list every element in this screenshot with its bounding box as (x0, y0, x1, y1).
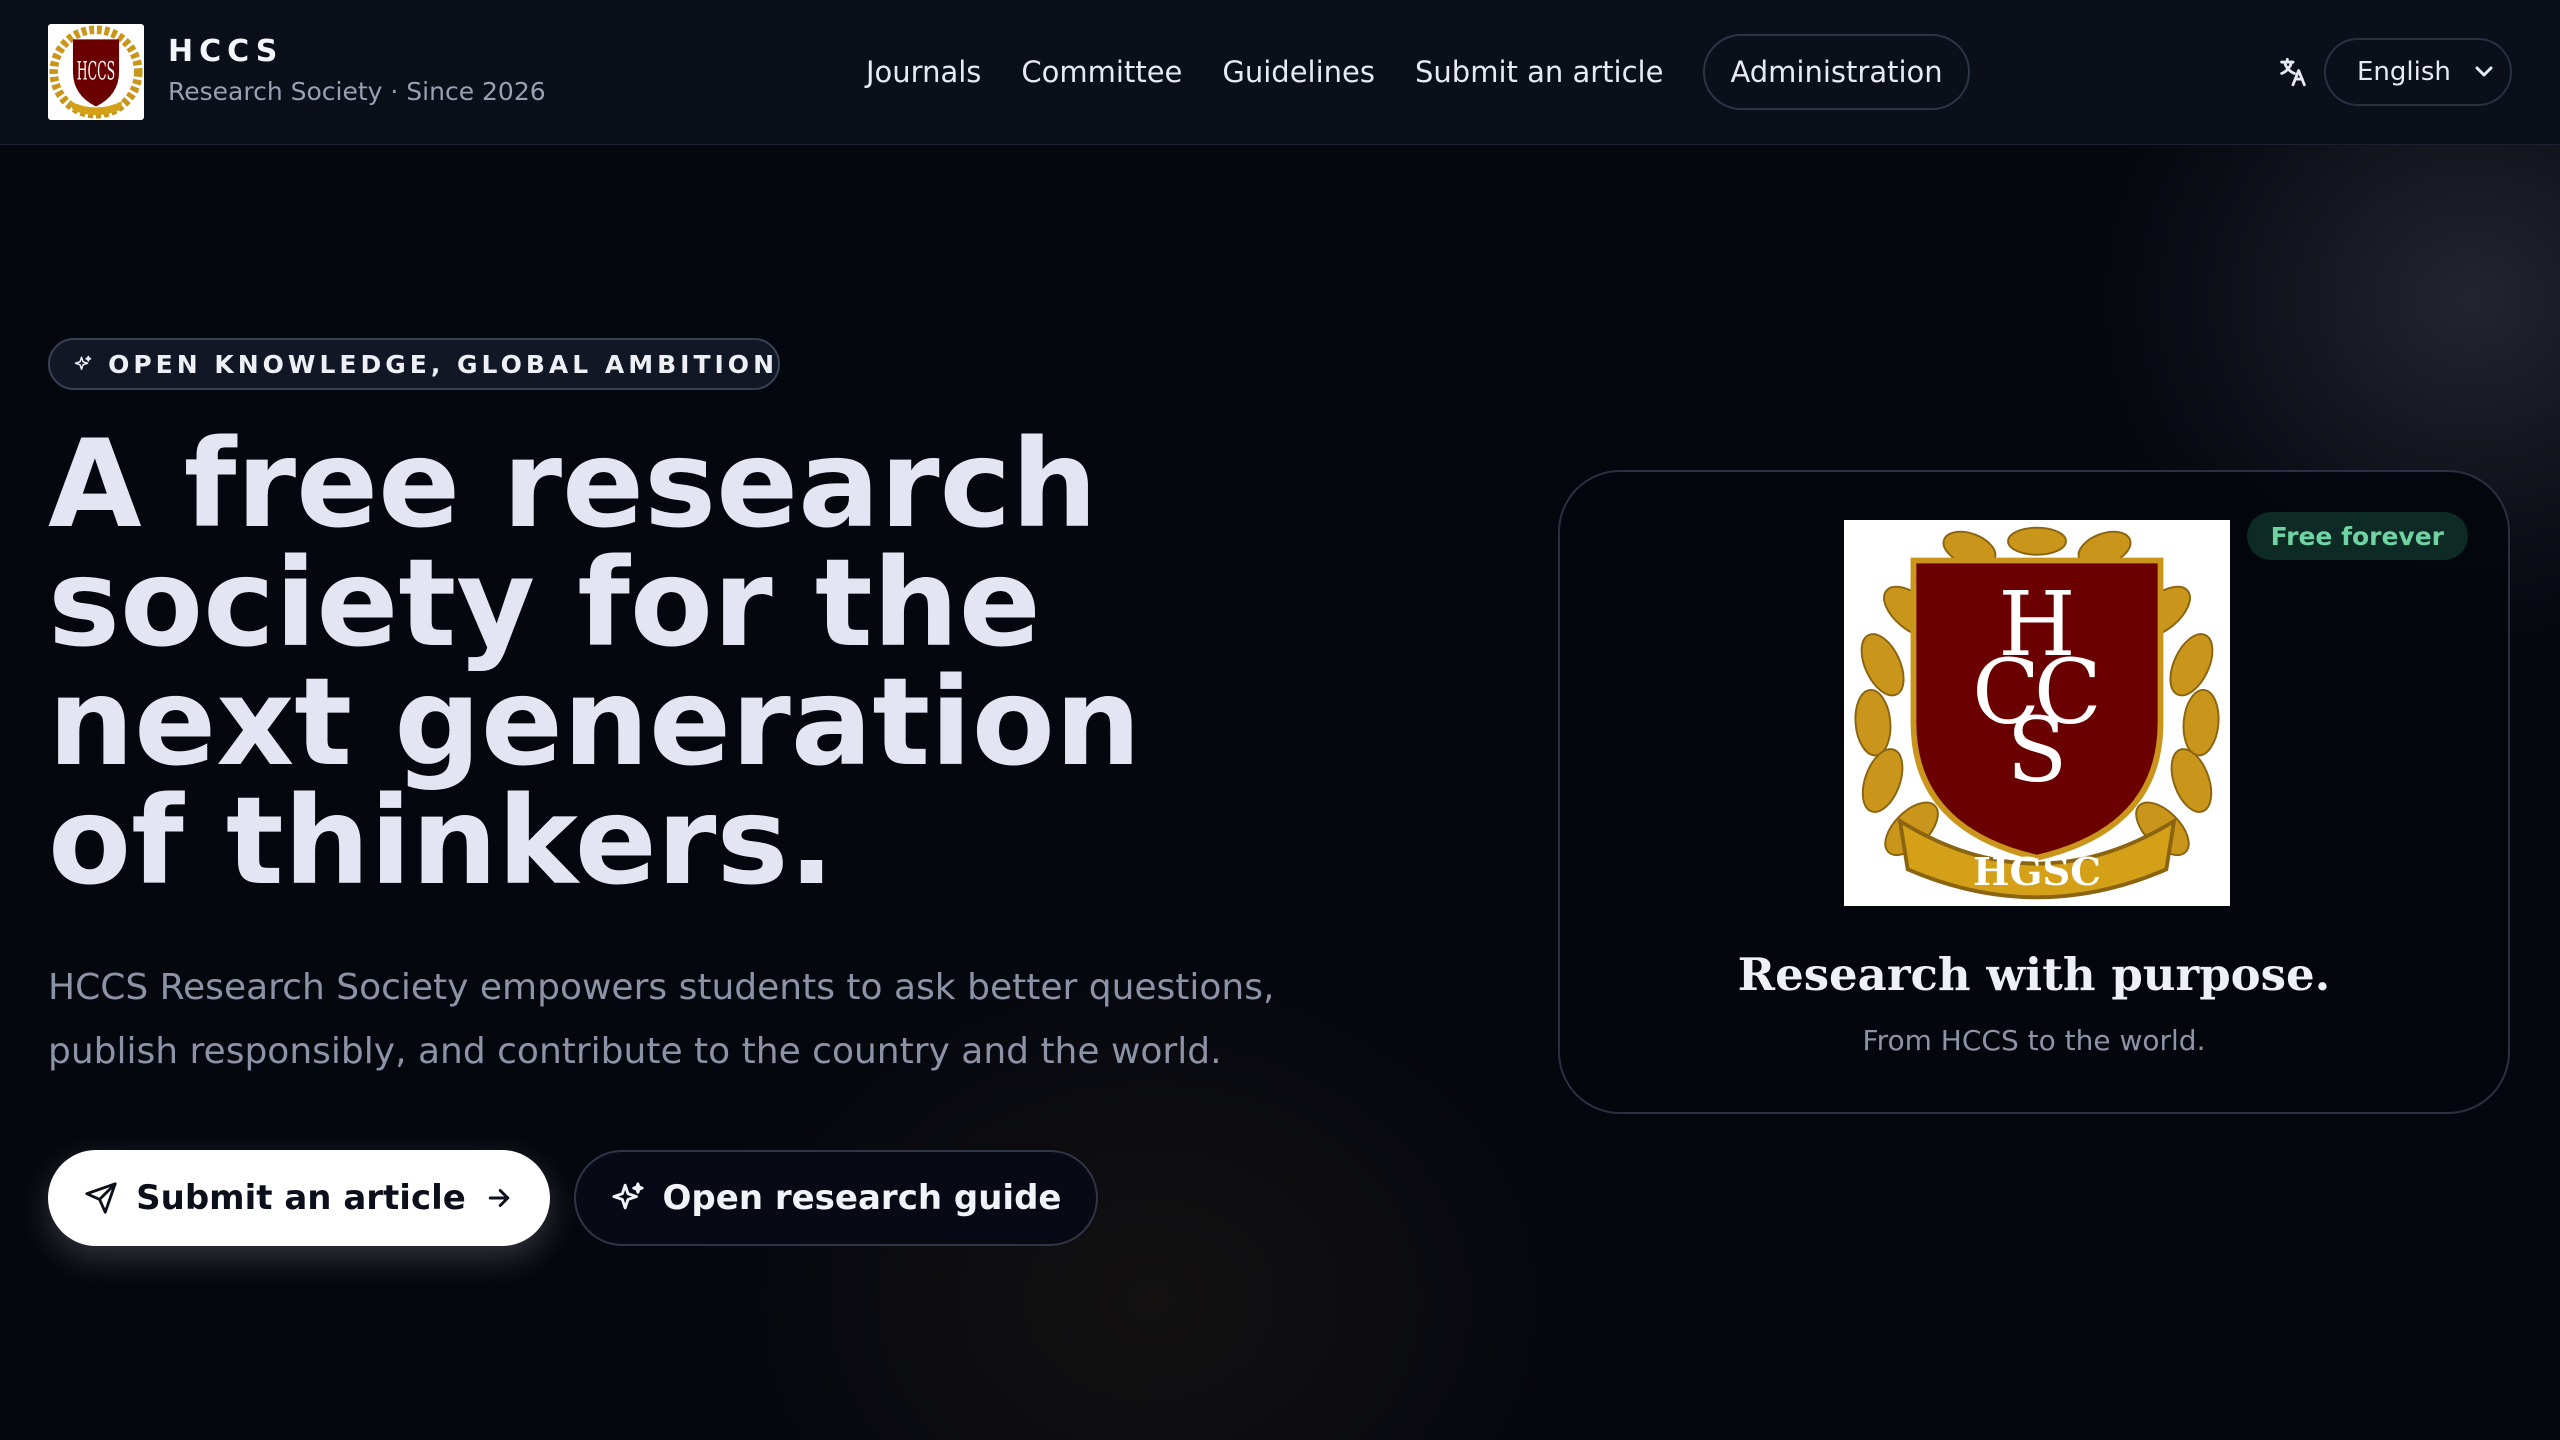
logo-initials: HCCS (77, 57, 115, 86)
nav-journals[interactable]: Journals (866, 55, 981, 89)
arrow-right-icon (488, 1189, 510, 1207)
free-forever-badge: Free forever (2246, 512, 2468, 560)
sparkles-icon (611, 1182, 644, 1210)
headline-line: next generation (48, 652, 1142, 793)
site-header: HCCS HCCS Research Society · Since 2026 … (0, 0, 2560, 145)
nav-administration-button[interactable]: Administration (1703, 34, 1970, 110)
nav-submit-article[interactable]: Submit an article (1415, 55, 1663, 89)
feature-card: Free forever H C C S HGSC Research with … (1558, 470, 2510, 1114)
nav-committee[interactable]: Committee (1021, 55, 1182, 89)
headline-line: of thinkers. (48, 771, 835, 912)
language-select[interactable]: English (2324, 38, 2512, 106)
submit-article-button[interactable]: Submit an article (48, 1150, 550, 1246)
card-subtitle: From HCCS to the world. (1862, 1024, 2206, 1057)
crest-logo-image: HCCS (49, 25, 143, 119)
crest-emblem: H C C S HGSC (1854, 526, 2220, 900)
translate-icon[interactable] (2276, 54, 2310, 90)
hero-subtext: HCCS Research Society empowers students … (48, 956, 1408, 1084)
brand-logo[interactable]: HCCS (48, 24, 144, 120)
send-icon (85, 1182, 117, 1214)
headline-line: A free research (48, 414, 1098, 555)
main-nav: Journals Committee Guidelines Submit an … (866, 34, 1970, 110)
eyebrow-text: OPEN KNOWLEDGE, GLOBAL AMBITION (108, 349, 778, 379)
sparkles-icon (74, 355, 92, 371)
eyebrow-pill: OPEN KNOWLEDGE, GLOBAL AMBITION (48, 338, 780, 390)
card-title: Research with purpose. (1737, 948, 2331, 1001)
brand-subtitle: Research Society · Since 2026 (168, 77, 546, 106)
submit-article-label: Submit an article (136, 1178, 466, 1218)
subtext-line: publish responsibly, and contribute to t… (48, 1031, 1222, 1072)
nav-guidelines[interactable]: Guidelines (1222, 55, 1375, 89)
crest-ribbon-text: HGSC (1973, 850, 2101, 895)
brand-name[interactable]: HCCS (168, 34, 283, 69)
hero-headline: A free research society for the next gen… (48, 414, 1248, 912)
crest-image: H C C S HGSC (1844, 520, 2230, 906)
landing-page: HCCS HCCS Research Society · Since 2026 … (0, 0, 2560, 1440)
open-research-guide-button[interactable]: Open research guide (574, 1150, 1098, 1246)
chevron-down-icon (2475, 66, 2493, 77)
subtext-line: HCCS Research Society empowers students … (48, 967, 1275, 1008)
open-research-guide-label: Open research guide (662, 1178, 1062, 1218)
svg-text:S: S (2007, 699, 2068, 802)
headline-line: society for the (48, 533, 1041, 674)
language-selected-value: English (2357, 57, 2451, 87)
